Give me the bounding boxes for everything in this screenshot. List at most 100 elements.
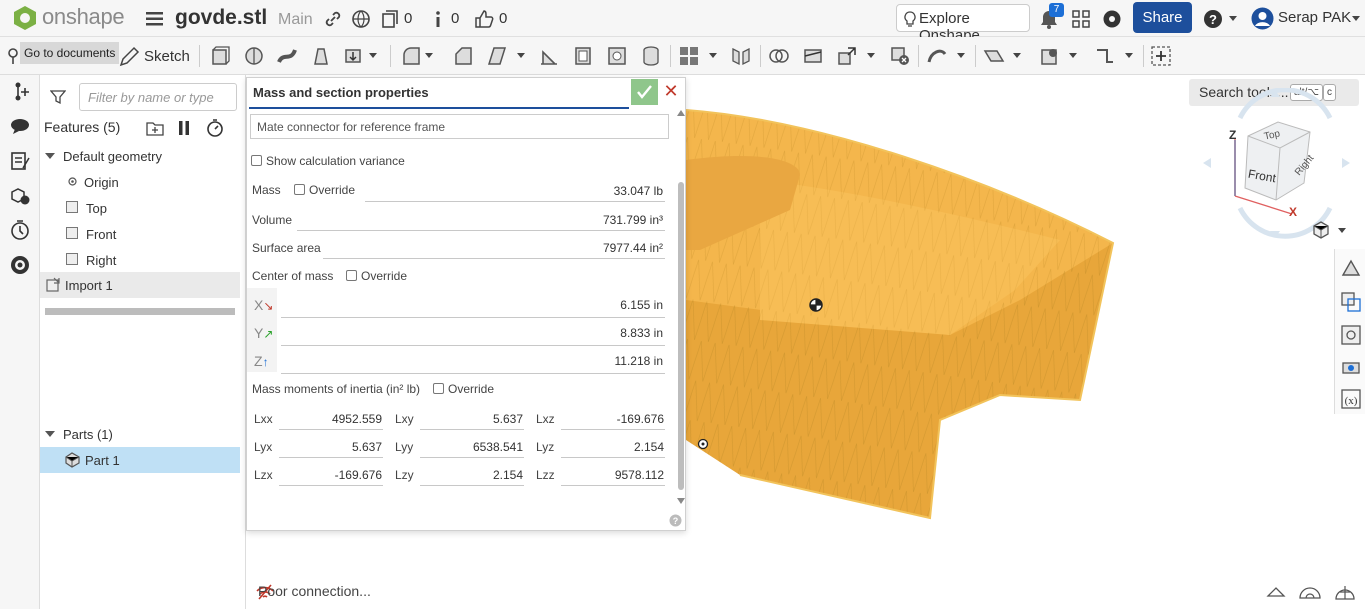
com-override-row[interactable]: Override (346, 269, 407, 283)
sweep-icon[interactable] (276, 45, 298, 67)
shell-icon[interactable] (572, 45, 594, 67)
transform-caret-icon[interactable] (867, 53, 875, 58)
plane-icon[interactable] (983, 45, 1005, 67)
section-view-icon[interactable] (1334, 583, 1356, 601)
pattern-caret-icon[interactable] (709, 53, 717, 58)
pattern-icon[interactable] (678, 45, 700, 67)
mate-connector-icon[interactable] (1039, 45, 1061, 67)
pause-rollback-icon[interactable] (177, 120, 191, 136)
plane-caret-icon[interactable] (1013, 53, 1021, 58)
split-icon[interactable] (802, 45, 824, 67)
view-cube-caret-icon[interactable] (1338, 228, 1346, 233)
add-custom-feature-icon[interactable] (1150, 45, 1172, 67)
boolean-icon[interactable] (768, 45, 790, 67)
thicken-icon[interactable] (343, 45, 365, 67)
comments-icon[interactable] (9, 115, 31, 137)
fillet-icon[interactable] (400, 45, 422, 67)
draft-caret-icon[interactable] (517, 53, 525, 58)
chamfer-icon[interactable] (452, 45, 474, 67)
documents-icon[interactable] (380, 9, 400, 29)
explore-onshape-button[interactable]: Explore Onshape (896, 4, 1030, 44)
fillet-caret-icon[interactable] (425, 53, 433, 58)
hole-icon[interactable] (606, 45, 628, 67)
globe-icon[interactable] (351, 9, 371, 29)
revolve-icon[interactable] (243, 45, 265, 67)
collapse-caret-icon[interactable] (45, 153, 55, 159)
filter-icon[interactable] (50, 89, 66, 105)
mate-connector-field[interactable]: Mate connector for reference frame (250, 114, 669, 139)
ruler-icon[interactable] (1266, 584, 1286, 600)
com-override-checkbox[interactable] (346, 270, 357, 281)
branch-name[interactable]: Main (278, 11, 313, 29)
variables-icon[interactable] (1340, 324, 1362, 346)
function-variables-icon[interactable]: (x) (1340, 388, 1362, 410)
sheet-metal-icon[interactable] (1094, 45, 1116, 67)
onshape-logo-icon[interactable] (12, 5, 38, 31)
document-name[interactable]: govde.stl (175, 6, 267, 30)
moi-override-checkbox[interactable] (433, 383, 444, 394)
sketch-pencil-icon[interactable] (118, 46, 140, 68)
appearance-icon[interactable] (1340, 257, 1362, 279)
menu-icon[interactable] (145, 9, 165, 29)
show-variance-row[interactable]: Show calculation variance (251, 154, 405, 168)
rib-icon[interactable] (538, 45, 560, 67)
link-icon[interactable] (323, 9, 343, 29)
parts-properties-icon[interactable] (9, 185, 31, 207)
part-row[interactable]: Part 1 (40, 447, 240, 473)
help-icon[interactable]: ? (1203, 9, 1223, 29)
parts-header-row[interactable]: Parts (1) (40, 421, 240, 447)
configurations-icon[interactable] (1340, 291, 1362, 313)
learning-center-icon[interactable] (1102, 9, 1122, 29)
cylinder-icon[interactable] (640, 45, 662, 67)
like-icon[interactable] (474, 9, 494, 29)
scroll-thumb[interactable] (678, 182, 684, 490)
extrude-icon[interactable] (209, 45, 231, 67)
documents-key-icon[interactable] (7, 47, 21, 65)
collapse-caret-icon[interactable] (45, 431, 55, 437)
delete-part-icon[interactable] (889, 45, 911, 67)
show-variance-checkbox[interactable] (251, 155, 262, 166)
version-history-icon[interactable] (9, 219, 31, 241)
mass-override-row[interactable]: Override (294, 183, 355, 197)
view-cube-menu-icon[interactable] (1311, 220, 1331, 240)
user-caret-icon[interactable] (1352, 16, 1360, 21)
dialog-scrollbar[interactable] (677, 110, 685, 510)
feature-origin[interactable]: Origin (40, 169, 240, 195)
share-button[interactable]: Share (1133, 2, 1192, 33)
logo-text[interactable]: onshape (42, 4, 125, 30)
measure-icon[interactable] (9, 254, 31, 276)
mirror-icon[interactable] (730, 45, 752, 67)
feature-top-plane[interactable]: Top (40, 195, 240, 221)
dome-view-icon[interactable] (1298, 584, 1322, 600)
close-button[interactable]: ✕ (661, 81, 681, 101)
apps-grid-icon[interactable] (1071, 9, 1091, 29)
draft-icon[interactable] (486, 45, 508, 67)
filter-input[interactable]: Filter by name or type (79, 83, 237, 111)
modify-fillet-icon[interactable] (926, 45, 948, 67)
sketch-button[interactable]: Sketch (144, 48, 190, 65)
accept-button[interactable] (631, 79, 658, 105)
mass-override-checkbox[interactable] (294, 184, 305, 195)
add-folder-icon[interactable] (145, 119, 165, 137)
feature-front-plane[interactable]: Front (40, 221, 240, 247)
feature-import-1[interactable]: Import 1 (40, 272, 240, 298)
avatar[interactable] (1251, 7, 1274, 30)
moi-override-row[interactable]: Override (433, 382, 494, 396)
help-caret-icon[interactable] (1229, 16, 1237, 21)
view-cube[interactable]: Top Front Right Z X (1200, 87, 1355, 248)
default-geometry-row[interactable]: Default geometry (40, 143, 240, 169)
insert-feature-icon[interactable] (9, 81, 31, 103)
thicken-caret-icon[interactable] (369, 53, 377, 58)
loft-icon[interactable] (310, 45, 332, 67)
help-circle-icon[interactable]: ? (669, 514, 682, 527)
scroll-down-icon[interactable] (677, 498, 685, 504)
scroll-up-icon[interactable] (677, 110, 685, 116)
sheet-metal-caret-icon[interactable] (1125, 53, 1133, 58)
user-name[interactable]: Serap PAK (1278, 9, 1351, 26)
render-studio-icon[interactable] (1340, 357, 1362, 379)
notes-icon[interactable] (9, 150, 31, 172)
modify-caret-icon[interactable] (957, 53, 965, 58)
timer-icon[interactable] (206, 119, 224, 137)
feature-right-plane[interactable]: Right (40, 247, 240, 273)
transform-icon[interactable] (836, 45, 858, 67)
